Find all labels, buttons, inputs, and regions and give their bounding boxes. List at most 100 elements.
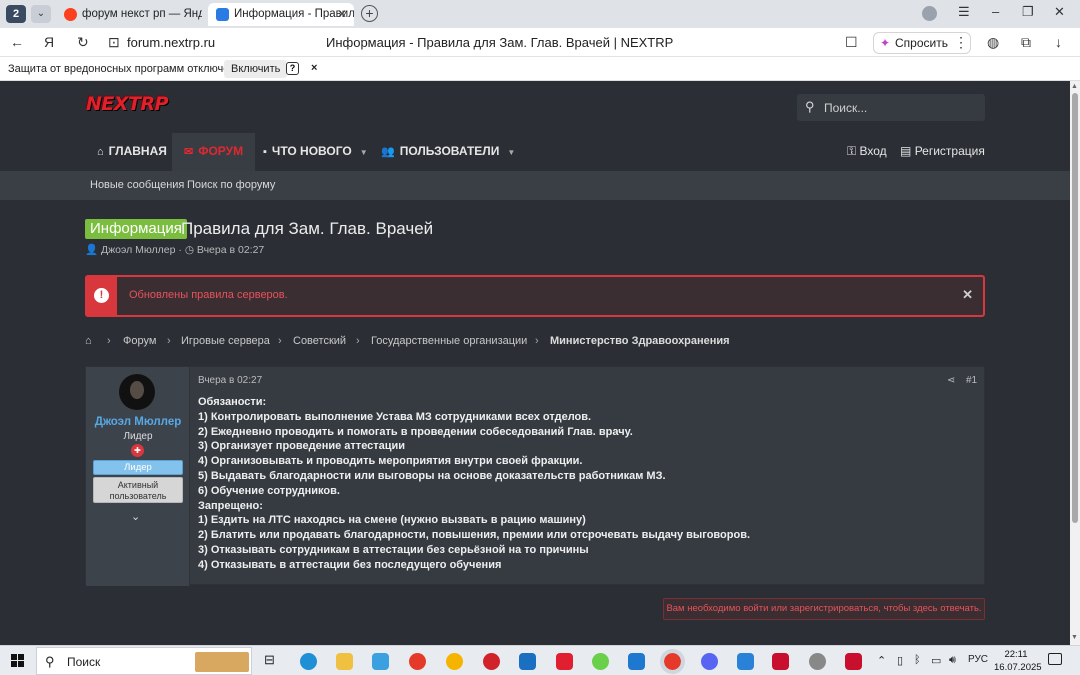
thread-author[interactable]: Джоэл Мюллер (101, 244, 175, 256)
chevron-down-icon[interactable]: ▼ (507, 148, 515, 157)
chrome-icon[interactable] (446, 653, 463, 670)
tabs-dropdown-icon[interactable]: ⌄ (31, 5, 51, 23)
outlook-icon[interactable] (519, 653, 536, 670)
browser-tab-yandex[interactable]: форум некст рп — Яндекс (56, 3, 202, 26)
breadcrumb-home-icon[interactable]: ⌂ (85, 335, 92, 347)
clock-time: 22:11 (1004, 649, 1028, 660)
profile-avatar-icon[interactable] (922, 6, 937, 21)
photos-icon[interactable] (737, 653, 754, 670)
bookmark-icon[interactable]: ☐ (845, 34, 858, 51)
breadcrumb-item[interactable]: Форум (123, 335, 156, 347)
thread-prefix-badge[interactable]: Информация (85, 219, 187, 239)
post-username[interactable]: Джоэл Мюллер (86, 416, 190, 428)
chevron-down-icon[interactable]: ▼ (360, 148, 368, 157)
infobar-message: Защита от вредоносных программ отключена (8, 63, 242, 75)
clock-date: 16.07.2025 (994, 662, 1042, 673)
breadcrumb-item[interactable]: Советский (293, 335, 346, 347)
battery-icon[interactable]: ▯ (897, 654, 903, 667)
windows-start-icon[interactable] (11, 654, 25, 668)
user-title: Лидер (123, 431, 153, 442)
file-explorer-icon[interactable] (336, 653, 353, 670)
close-alert-icon[interactable]: ✕ (962, 287, 973, 303)
back-arrow-icon[interactable]: ← (10, 34, 24, 50)
media-player-icon[interactable] (628, 653, 645, 670)
enable-protection-button[interactable]: Включить (224, 60, 288, 78)
post-line: 2) Блатить или продавать благодарности, … (198, 529, 751, 542)
site-logo[interactable]: NEXTRP (86, 93, 169, 115)
register-icon: ▤ (900, 144, 912, 158)
language-indicator[interactable]: РУС (968, 654, 988, 665)
forum-search-input[interactable]: ⚲ Поиск... (797, 94, 985, 121)
taskbar-search-input[interactable]: ⚲ Поиск (36, 647, 252, 675)
post-line: 4) Организовывать и проводить мероприяти… (198, 455, 583, 468)
new-tab-button[interactable]: + (361, 5, 378, 22)
netflix-icon[interactable] (772, 653, 789, 670)
opera-icon[interactable] (483, 653, 500, 670)
close-window-icon[interactable]: ✕ (1054, 4, 1065, 20)
avatar[interactable] (119, 374, 155, 410)
task-view-icon[interactable]: ⊟ (264, 652, 275, 668)
yandex-icon[interactable]: Я (44, 34, 54, 50)
discord-icon[interactable] (701, 653, 718, 670)
network-icon[interactable]: ▭ (931, 654, 941, 667)
post-date[interactable]: Вчера в 02:27 (198, 375, 262, 386)
yandex-browser-icon[interactable] (409, 653, 426, 670)
store-icon[interactable] (372, 653, 389, 670)
wps-icon[interactable] (556, 653, 573, 670)
login-link[interactable]: ⚿ Вход (847, 133, 887, 171)
scroll-down-icon[interactable]: ▼ (1071, 634, 1078, 641)
browser-tab-active[interactable]: Информация - Правила ✕ (208, 3, 354, 26)
nav-home[interactable]: ⌂ ГЛАВНАЯ (97, 133, 167, 171)
minimize-icon[interactable]: – (992, 4, 999, 19)
register-link[interactable]: ▤ Регистрация (900, 133, 985, 171)
taskbar-clock[interactable]: 22:11 16.07.2025 (994, 648, 1042, 674)
nav-forum[interactable]: ✉ ФОРУМ (172, 133, 256, 171)
site-info-icon[interactable]: ⊡ (108, 34, 120, 51)
assistant-icon: ✦ (880, 36, 891, 50)
chevron-up-icon[interactable]: ⌃ (877, 654, 886, 667)
restore-icon[interactable]: ❐ (1022, 4, 1034, 20)
post-line: 4) Отказывать в аттестации без последуще… (198, 558, 502, 571)
vpn-globe-icon[interactable]: ◍ (987, 34, 999, 51)
forum-search-link[interactable]: Поиск по форуму (187, 179, 275, 191)
chevron-right-icon: › (167, 335, 171, 347)
chevron-right-icon: › (356, 335, 360, 347)
menu-icon[interactable]: ☰ (958, 4, 970, 20)
breadcrumb-item[interactable]: Государственные организации (371, 335, 527, 347)
edge-icon[interactable] (300, 653, 317, 670)
page-scrollbar[interactable]: ▲ ▼ (1070, 81, 1080, 645)
nav-whats-new[interactable]: ▪ ЧТО НОВОГО ▼ (263, 133, 368, 171)
url-field[interactable]: forum.nextrp.ru (127, 35, 215, 50)
infobar-close-icon[interactable]: × (311, 62, 317, 74)
reload-icon[interactable]: ↻ (77, 34, 89, 51)
notification-center-icon[interactable] (1048, 653, 1062, 665)
clock-icon: ◷ (184, 244, 194, 256)
tab-counter[interactable]: 2 (6, 5, 26, 23)
bluetooth-icon[interactable]: ᛒ (914, 654, 921, 666)
breadcrumb-item[interactable]: Игровые сервера (181, 335, 270, 347)
breadcrumb-current[interactable]: Министерство Здравоохранения (550, 335, 730, 347)
login-to-reply-button[interactable]: Вам необходимо войти или зарегистрироват… (663, 598, 985, 620)
colorful-app-icon[interactable] (592, 653, 609, 670)
netflix-icon-2[interactable] (845, 653, 862, 670)
sub-nav: Новые сообщения Поиск по форуму (0, 171, 1070, 200)
thread-date[interactable]: Вчера в 02:27 (197, 244, 264, 256)
yandex-favicon-icon (64, 8, 77, 21)
volume-icon[interactable]: 🔊︎ (949, 654, 956, 667)
new-posts-link[interactable]: Новые сообщения (90, 179, 184, 191)
steam-icon[interactable] (809, 653, 826, 670)
post-number[interactable]: #1 (966, 375, 977, 386)
chevron-down-icon[interactable]: ⌄ (131, 510, 140, 523)
help-icon[interactable]: ? (286, 62, 299, 75)
extensions-icon[interactable]: ⧉ (1021, 34, 1031, 51)
scrollbar-thumb[interactable] (1072, 93, 1078, 523)
downloads-icon[interactable]: ↓ (1055, 34, 1062, 50)
more-options-icon[interactable]: ⋮ (954, 34, 968, 51)
close-tab-icon[interactable]: ✕ (337, 3, 347, 25)
post-line: Обязаности: (198, 396, 267, 408)
scroll-up-icon[interactable]: ▲ (1071, 83, 1078, 90)
yandex-active-icon[interactable] (660, 649, 685, 674)
nav-users[interactable]: 👥 ПОЛЬЗОВАТЕЛИ ▼ (381, 133, 515, 171)
share-icon[interactable]: ⋖ (947, 375, 955, 386)
security-infobar: Защита от вредоносных программ отключена… (0, 57, 1080, 81)
